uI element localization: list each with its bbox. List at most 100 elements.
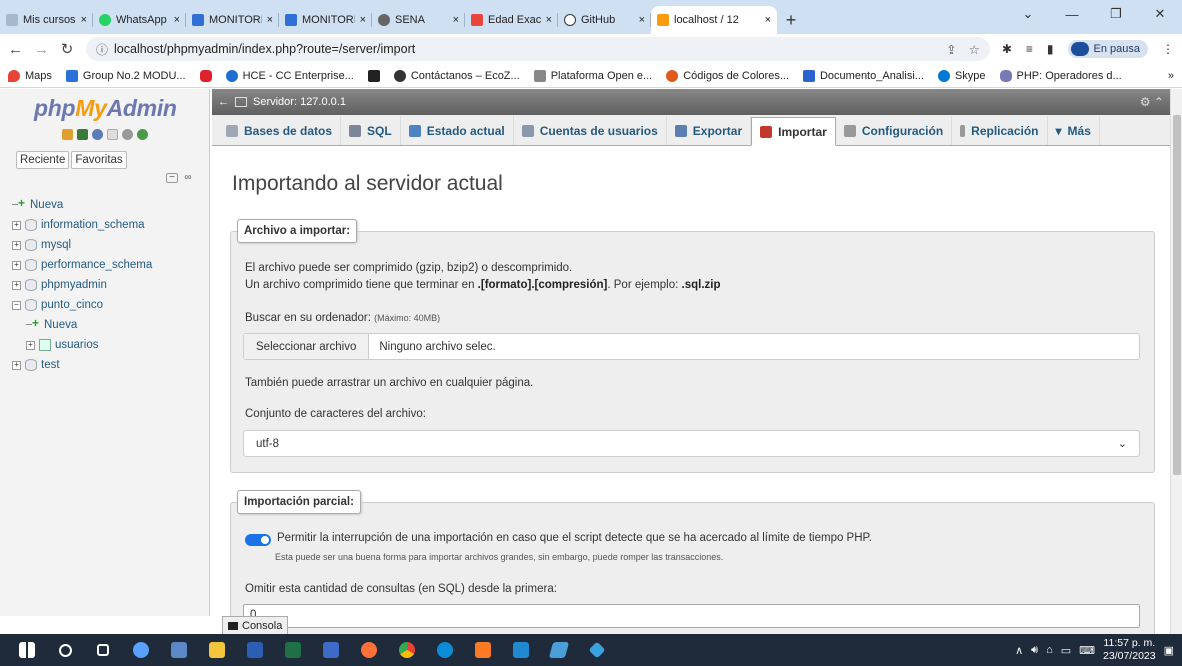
chat-icon[interactable] [122,634,160,666]
tab-monitoria-1[interactable]: MONITORIA × [186,6,279,34]
link-icon[interactable]: ∞ [182,173,194,183]
menu-sql[interactable]: SQL [341,116,401,145]
profile-button[interactable]: En pausa [1067,40,1148,58]
battery-icon[interactable]: ▭ [1061,644,1071,657]
tree-item-usuarios[interactable]: + usuarios [12,335,152,355]
window-close-icon[interactable]: ✕ [1138,0,1182,28]
menu-bases-de-datos[interactable]: Bases de datos [218,116,342,145]
reload-icon[interactable] [137,129,148,140]
phpmyadmin-logo[interactable]: phpMyAdmin [34,95,177,122]
select-file-button[interactable]: Seleccionar archivo [244,334,370,359]
settings-icon[interactable] [122,129,133,140]
close-icon[interactable]: × [546,14,552,26]
menu-mas[interactable]: ▾ Más [1048,116,1100,145]
chrome-icon[interactable] [388,634,426,666]
task-view-icon[interactable] [84,634,122,666]
home-icon[interactable] [62,129,73,140]
close-icon[interactable]: × [174,14,180,26]
search-icon[interactable] [46,634,84,666]
tree-item-nueva-table[interactable]: Nueva [12,315,152,335]
tab-sena[interactable]: SENA × [372,6,465,34]
side-panel-icon[interactable]: ▮ [1047,42,1054,56]
close-icon[interactable]: × [765,14,771,26]
tab-whatsapp[interactable]: WhatsApp × [93,6,186,34]
vscode-icon[interactable] [502,634,540,666]
word-icon[interactable] [236,634,274,666]
expand-icon[interactable]: + [12,240,21,250]
page-scrollbar[interactable] [1170,89,1182,634]
share-icon[interactable]: ⇪ [946,42,956,57]
menu-cuentas-de-usuarios[interactable]: Cuentas de usuarios [514,116,667,145]
scrollbar-thumb[interactable] [1173,115,1181,475]
bookmark-star-icon[interactable]: ☆ [969,42,980,57]
expand-icon[interactable]: + [12,220,21,230]
reload-icon[interactable]: ↻ [60,40,74,58]
media-icon[interactable]: ≡ [1026,42,1033,56]
firefox-icon[interactable] [350,634,388,666]
tab-search-icon[interactable]: ⌄ [1006,0,1050,28]
console-toggle[interactable]: Consola [222,616,289,634]
tab-localhost[interactable]: localhost / 12 × [651,6,777,34]
menu-exportar[interactable]: Exportar [667,116,752,145]
bookmarks-more-icon[interactable]: » [1168,70,1174,82]
maximize-icon[interactable]: ❐ [1094,0,1138,28]
app3-icon[interactable] [540,634,578,666]
bookmark-hd[interactable] [367,69,380,82]
help-icon[interactable] [92,129,103,140]
server-label[interactable]: Servidor: 127.0.0.1 [253,96,346,108]
bookmark-documento[interactable]: Documento_Analisi... [802,69,924,82]
tree-item-phpmyadmin[interactable]: + phpmyadmin [12,275,152,295]
app-icon[interactable] [160,634,198,666]
bookmark-hce[interactable]: HCE - CC Enterprise... [225,69,354,82]
bookmark-youtube[interactable] [199,69,212,82]
xampp-icon[interactable] [464,634,502,666]
keyboard-icon[interactable]: ⌨ [1079,644,1095,657]
back-arrow-icon[interactable]: ← [218,96,229,108]
tree-item-punto-cinco[interactable]: − punto_cinco [12,295,152,315]
menu-replicacion[interactable]: Replicación [952,116,1048,145]
tree-item-mysql[interactable]: + mysql [12,235,152,255]
notifications-icon[interactable]: ▣ [1164,644,1174,657]
expand-icon[interactable]: + [26,340,35,350]
excel-icon[interactable] [274,634,312,666]
clock[interactable]: 11:57 p. m. 23/07/2023 [1103,637,1156,663]
bookmark-plataforma[interactable]: Plataforma Open e... [533,69,652,82]
file-input[interactable]: Seleccionar archivo Ninguno archivo sele… [243,333,1140,360]
bookmark-php[interactable]: PHP: Operadores d... [999,69,1122,82]
menu-dots-icon[interactable]: ⋮ [1162,42,1174,56]
close-icon[interactable]: × [267,14,273,26]
menu-configuracion[interactable]: Configuración [836,116,953,145]
tree-item-nueva[interactable]: Nueva [12,195,152,215]
allow-interrupt-toggle[interactable] [245,534,271,546]
minimize-icon[interactable]: — [1050,0,1094,28]
logout-icon[interactable] [77,129,88,140]
tree-item-test[interactable]: + test [12,355,152,375]
expand-icon[interactable]: + [12,360,21,370]
charset-select[interactable]: utf-8 ⌄ [243,430,1140,457]
close-icon[interactable]: × [639,14,645,26]
app2-icon[interactable] [312,634,350,666]
tab-github[interactable]: GitHub × [558,6,651,34]
bookmark-maps[interactable]: Maps [8,69,52,82]
expand-icon[interactable]: + [12,260,21,270]
skip-queries-input[interactable]: 0 [243,604,1140,628]
tab-edad-exacta[interactable]: Edad Exacta × [465,6,558,34]
collapse-icon[interactable]: − [12,300,21,310]
menu-estado-actual[interactable]: Estado actual [401,116,514,145]
expand-icon[interactable]: + [12,280,21,290]
tree-item-performance-schema[interactable]: + performance_schema [12,255,152,275]
windows-start-icon[interactable] [8,634,46,666]
bookmark-skype[interactable]: Skype [937,69,986,82]
file-explorer-icon[interactable] [198,634,236,666]
menu-importar[interactable]: Importar [751,117,836,146]
back-icon[interactable]: ← [8,41,23,58]
edge-icon[interactable] [426,634,464,666]
tray-chevron-icon[interactable]: ∧ [1015,644,1023,657]
forward-icon[interactable]: → [34,41,49,58]
close-icon[interactable]: × [81,14,87,26]
url-field[interactable]: ⓘ localhost/phpmyadmin/index.php?route=/… [86,37,990,61]
docs-icon[interactable] [107,129,118,140]
close-icon[interactable]: × [360,14,366,26]
bookmark-ecoz[interactable]: Contáctanos – EcoZ... [393,69,520,82]
gear-icon[interactable]: ⚙ ⌃ [1140,95,1164,109]
